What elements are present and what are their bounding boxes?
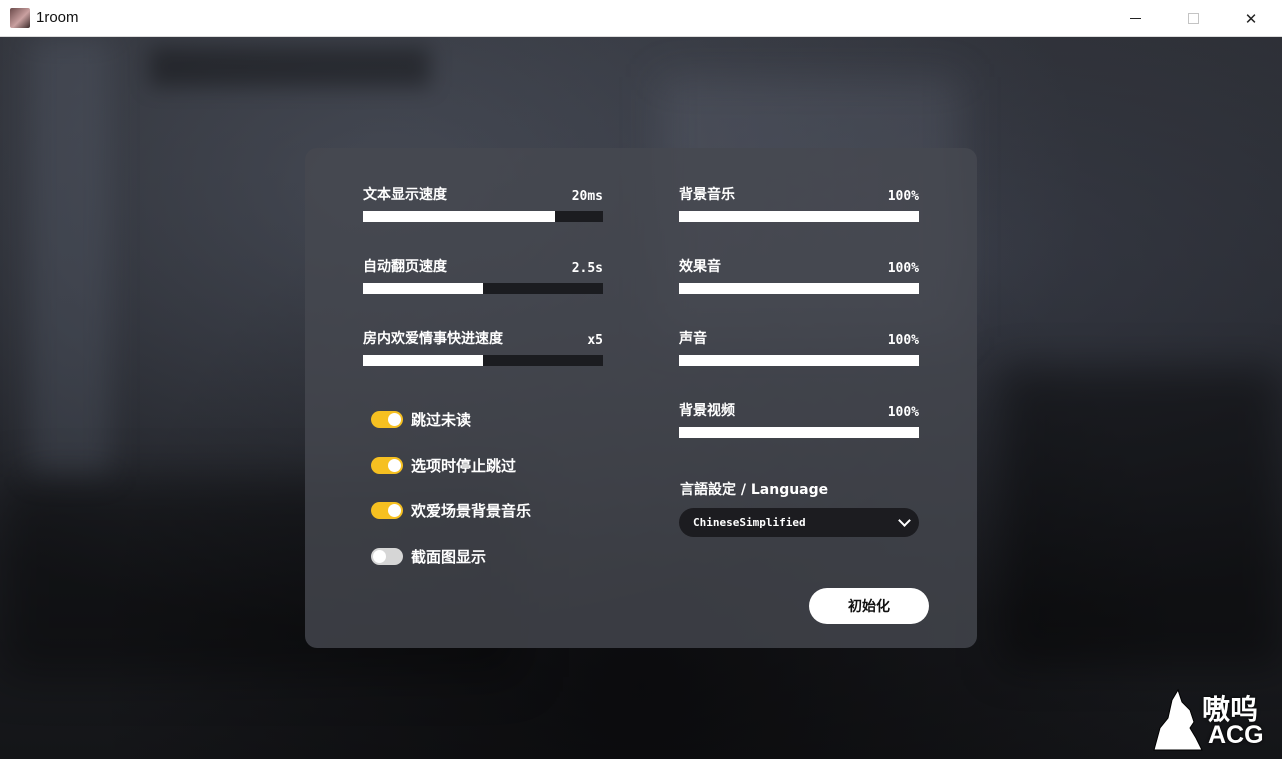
toggle-knob — [388, 459, 401, 472]
slider-label: 声音 — [679, 331, 707, 347]
slider-value: 100% — [887, 333, 919, 348]
slider-label: 背景音乐 — [679, 187, 735, 203]
reset-button[interactable]: 初始化 — [809, 588, 929, 624]
slider-value: 100% — [887, 189, 919, 204]
toggle-label: 选项时停止跳过 — [411, 457, 517, 475]
toggle-row-stop-skip-on-choice[interactable]: 选项时停止跳过 — [371, 455, 516, 476]
slider-bgm-volume[interactable]: 背景音乐 100% — [679, 184, 919, 222]
slider-bg-video-volume[interactable]: 背景视频 100% — [679, 400, 919, 438]
slider-value: 2.5s — [571, 261, 603, 276]
slider-track[interactable] — [363, 283, 603, 294]
slider-track[interactable] — [679, 427, 919, 438]
slider-label: 文本显示速度 — [363, 187, 447, 203]
slider-fill — [363, 211, 555, 222]
slider-auto-page-speed[interactable]: 自动翻页速度 2.5s — [363, 256, 603, 294]
close-button[interactable]: ✕ — [1222, 0, 1280, 37]
chevron-down-icon — [898, 514, 911, 527]
slider-fill — [679, 211, 919, 222]
slider-fast-forward-speed[interactable]: 房内欢爱情事快进速度 x5 — [363, 328, 603, 366]
shadow-top — [150, 47, 430, 87]
wolf-icon — [1153, 688, 1203, 751]
slider-value: x5 — [587, 333, 603, 348]
toggle-label: 欢爱场景背景音乐 — [411, 502, 532, 520]
slider-text-speed[interactable]: 文本显示速度 20ms — [363, 184, 603, 222]
slider-label: 效果音 — [679, 259, 721, 275]
toggle-switch[interactable] — [371, 548, 403, 565]
slider-value: 100% — [887, 405, 919, 420]
slider-value: 20ms — [571, 189, 603, 204]
toggle-knob — [388, 413, 401, 426]
slider-fill — [679, 355, 919, 366]
slider-value: 100% — [887, 261, 919, 276]
slider-track[interactable] — [363, 211, 603, 222]
slider-label: 房内欢爱情事快进速度 — [363, 331, 503, 347]
language-selected-value: ChineseSimplified — [693, 516, 806, 529]
slider-track[interactable] — [679, 355, 919, 366]
slider-voice-volume[interactable]: 声音 100% — [679, 328, 919, 366]
title-bar: 1room ✕ — [0, 0, 1282, 37]
slider-fill — [363, 355, 483, 366]
slider-fill — [363, 283, 483, 294]
window-light — [30, 37, 110, 477]
watermark-logo: 嗷呜 ACG — [1150, 688, 1275, 753]
minimize-icon — [1129, 18, 1141, 19]
slider-track[interactable] — [363, 355, 603, 366]
maximize-icon — [1187, 13, 1199, 24]
window-title: 1room — [36, 9, 79, 26]
toggle-switch[interactable] — [371, 411, 403, 428]
toggle-row-skip-unread[interactable]: 跳过未读 — [371, 409, 471, 430]
corner-shadow — [1000, 367, 1282, 667]
minimize-button[interactable] — [1106, 0, 1164, 37]
slider-se-volume[interactable]: 效果音 100% — [679, 256, 919, 294]
toggle-switch[interactable] — [371, 457, 403, 474]
slider-fill — [679, 427, 919, 438]
app-character-icon — [10, 8, 30, 28]
slider-track[interactable] — [679, 283, 919, 294]
slider-label: 背景视频 — [679, 403, 735, 419]
watermark-bottom-text: ACG — [1208, 721, 1264, 749]
toggle-label: 跳过未读 — [411, 411, 472, 429]
language-label: 言語設定 / Language — [680, 482, 829, 498]
slider-label: 自动翻页速度 — [363, 259, 447, 275]
maximize-button[interactable] — [1164, 0, 1222, 37]
toggle-label: 截面图显示 — [411, 548, 487, 566]
toggle-row-scene-bgm[interactable]: 欢爱场景背景音乐 — [371, 500, 531, 521]
close-icon: ✕ — [1244, 9, 1258, 28]
slider-fill — [679, 283, 919, 294]
slider-track[interactable] — [679, 211, 919, 222]
toggle-knob — [373, 550, 386, 563]
toggle-switch[interactable] — [371, 502, 403, 519]
toggle-row-cross-section[interactable]: 截面图显示 — [371, 546, 486, 567]
settings-panel — [305, 148, 977, 648]
language-select[interactable]: ChineseSimplified — [679, 508, 919, 537]
toggle-knob — [388, 504, 401, 517]
